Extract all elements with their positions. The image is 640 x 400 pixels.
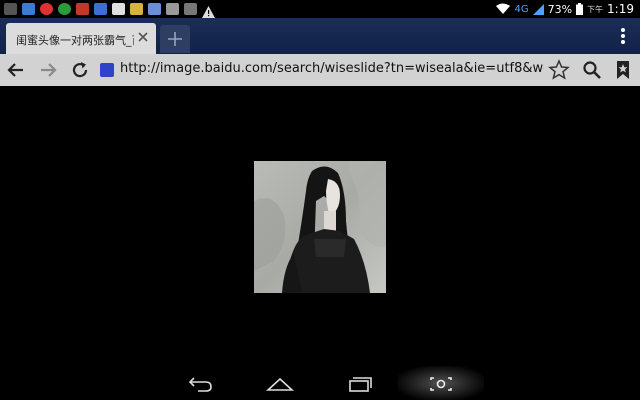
back-icon[interactable] xyxy=(180,372,220,396)
recent-apps-icon[interactable] xyxy=(340,372,380,396)
notification-icons xyxy=(4,2,215,18)
network-type-label: 4G xyxy=(514,3,529,15)
app-icon xyxy=(76,3,89,15)
cell-signal-icon xyxy=(532,3,544,15)
app-icon xyxy=(94,3,107,15)
app-icon xyxy=(184,3,197,15)
bookmark-star-icon[interactable] xyxy=(547,58,571,82)
tab-title: 闺蜜头像一对两张霸气_百... xyxy=(16,34,134,47)
battery-icon xyxy=(576,3,584,15)
bookmarks-icon[interactable] xyxy=(611,58,635,82)
tab-strip: 闺蜜头像一对两张霸气_百... xyxy=(0,18,640,54)
page-content xyxy=(0,86,640,366)
plus-icon xyxy=(168,32,182,46)
search-icon[interactable] xyxy=(580,58,604,82)
gallery-icon xyxy=(130,3,143,15)
download-icon xyxy=(166,3,179,15)
overflow-menu-icon[interactable] xyxy=(620,28,626,46)
site-favicon-icon xyxy=(100,63,114,77)
system-navigation-bar xyxy=(0,366,640,400)
status-bar: 4G 73% 下午 1:19 xyxy=(0,0,640,18)
warning-icon xyxy=(202,3,215,18)
url-text[interactable]: http://image.baidu.com/search/wiseslide?… xyxy=(120,61,544,76)
browser-tab[interactable]: 闺蜜头像一对两张霸气_百... xyxy=(6,23,156,54)
app-icon xyxy=(40,3,53,15)
ampm-label: 下午 xyxy=(587,4,604,14)
battery-percent: 73% xyxy=(547,2,573,16)
clock: 1:19 xyxy=(607,2,634,16)
screenshot-icon[interactable] xyxy=(421,372,461,396)
portrait-image[interactable] xyxy=(254,161,386,293)
wifi-icon xyxy=(496,3,511,14)
app-icon xyxy=(58,3,71,15)
app-icon xyxy=(148,3,161,15)
forward-arrow-icon[interactable] xyxy=(36,58,60,82)
app-icon xyxy=(22,3,35,15)
home-icon[interactable] xyxy=(260,372,300,396)
wifi-signal-icon xyxy=(4,3,17,15)
back-arrow-icon[interactable] xyxy=(4,58,28,82)
system-icons: 4G 73% 下午 1:19 xyxy=(496,1,634,17)
browser-toolbar: http://image.baidu.com/search/wiseslide?… xyxy=(0,54,640,86)
app-icon xyxy=(112,3,125,15)
new-tab-button[interactable] xyxy=(160,25,190,53)
close-tab-icon[interactable] xyxy=(136,30,150,44)
reload-icon[interactable] xyxy=(68,58,92,82)
address-bar[interactable]: http://image.baidu.com/search/wiseslide?… xyxy=(96,58,546,82)
